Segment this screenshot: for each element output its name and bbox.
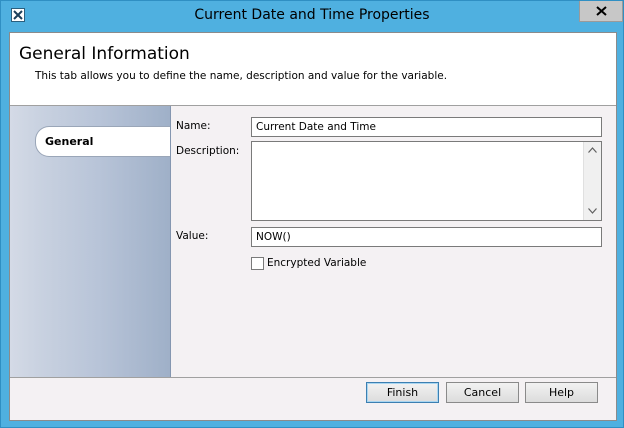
- header-panel: General Information This tab allows you …: [10, 33, 616, 106]
- value-label: Value:: [176, 230, 209, 242]
- encrypted-label[interactable]: Encrypted Variable: [267, 257, 366, 269]
- chevron-down-icon: [588, 208, 597, 214]
- tab-general[interactable]: General: [35, 126, 170, 157]
- encrypted-checkbox[interactable]: [251, 257, 264, 270]
- finish-button[interactable]: Finish: [366, 382, 439, 403]
- help-button[interactable]: Help: [525, 382, 598, 403]
- name-label: Name:: [176, 120, 211, 132]
- footer-divider: [10, 377, 616, 378]
- page-title: General Information: [19, 44, 190, 64]
- description-scrollbar[interactable]: [583, 142, 601, 220]
- title-bar[interactable]: Current Date and Time Properties: [1, 1, 623, 31]
- dialog-body: General Information This tab allows you …: [9, 32, 617, 421]
- cancel-button[interactable]: Cancel: [446, 382, 519, 403]
- scroll-up-button[interactable]: [584, 142, 601, 159]
- close-icon: [596, 6, 607, 16]
- dialog-window: Current Date and Time Properties General…: [0, 0, 624, 428]
- sidebar: General: [10, 106, 171, 377]
- value-field[interactable]: NOW(): [251, 227, 602, 247]
- close-button[interactable]: [579, 1, 623, 22]
- chevron-up-icon: [588, 147, 597, 153]
- description-field[interactable]: [251, 141, 602, 221]
- scroll-down-button[interactable]: [584, 203, 601, 220]
- page-subtitle: This tab allows you to define the name, …: [35, 70, 448, 82]
- name-field[interactable]: Current Date and Time: [251, 117, 602, 137]
- tab-general-label: General: [45, 135, 94, 148]
- window-title: Current Date and Time Properties: [194, 7, 430, 23]
- description-label: Description:: [176, 145, 240, 157]
